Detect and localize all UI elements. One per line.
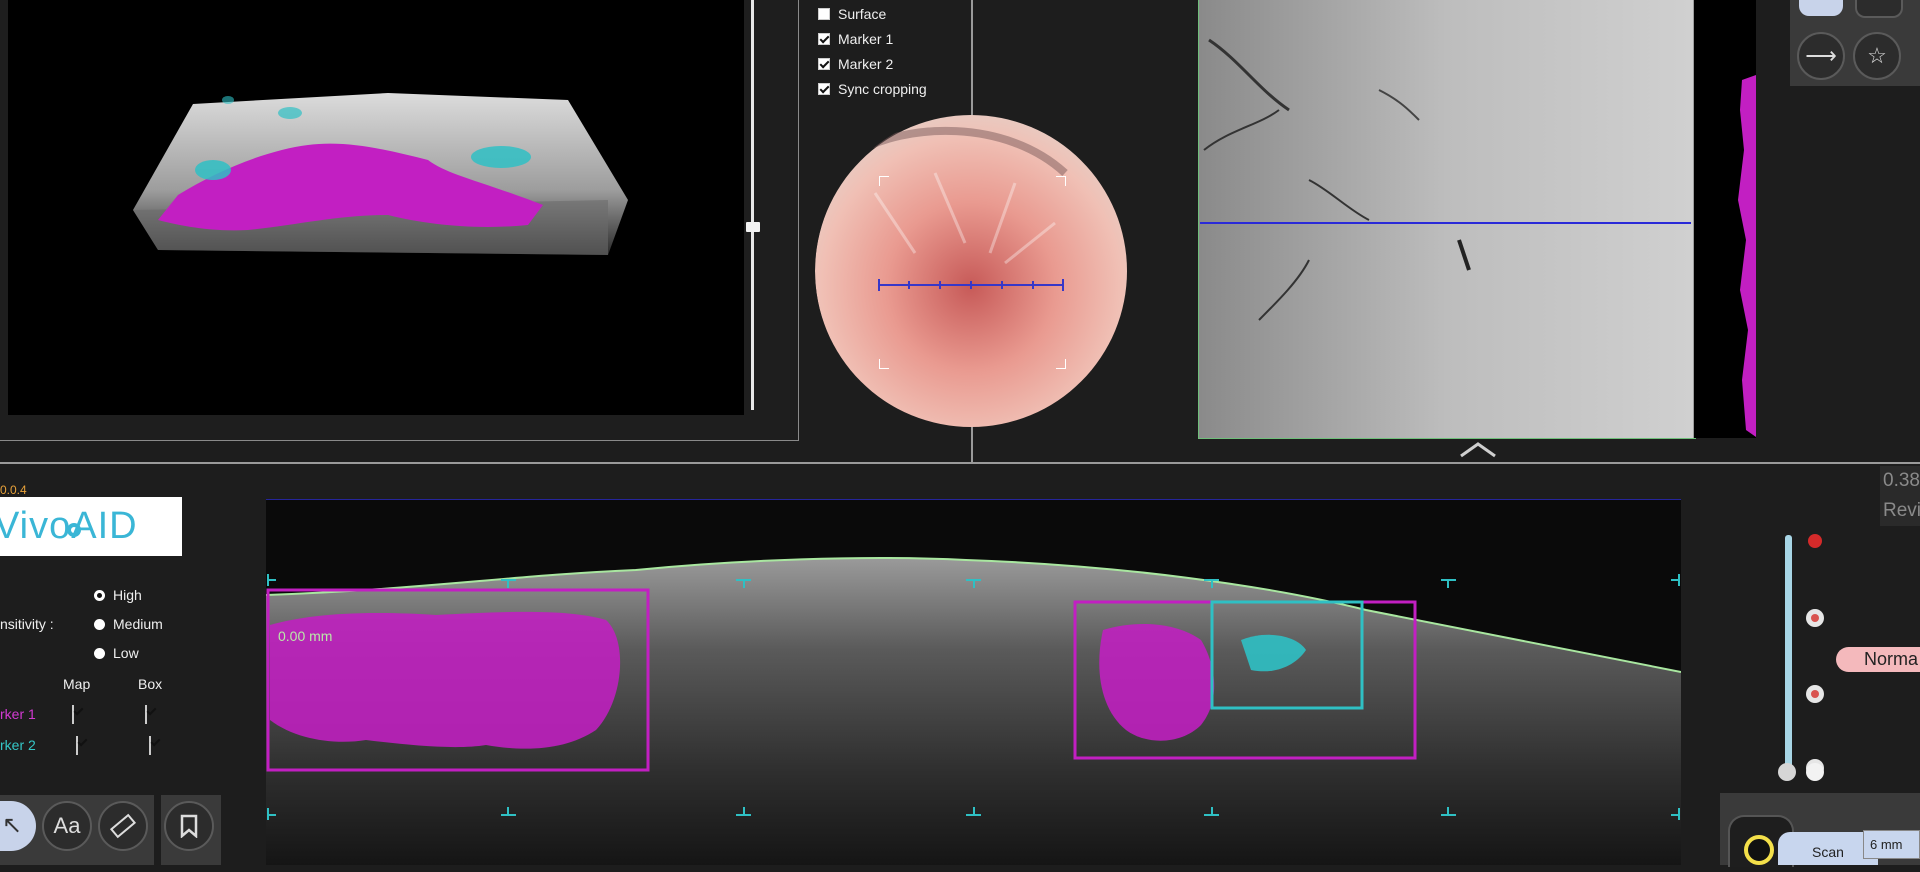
- en-face-scan-line[interactable]: [1200, 222, 1691, 224]
- classification-level-3[interactable]: [1806, 685, 1824, 703]
- sensitivity-high[interactable]: High: [94, 587, 163, 603]
- classification-slider-track[interactable]: [1785, 535, 1792, 772]
- side-profile-render: [1738, 75, 1756, 437]
- depth-slider-handle[interactable]: [746, 222, 760, 232]
- volume-3d-panel: [0, 0, 799, 441]
- radio-medium[interactable]: [94, 618, 105, 630]
- option-marker-2[interactable]: Marker 2: [818, 56, 927, 72]
- vivoaid-logo: VivoAID: [0, 497, 182, 556]
- ruler-tool-button[interactable]: [98, 801, 148, 851]
- pointer-tool-button[interactable]: [1799, 0, 1843, 16]
- depth-scale-label: 0.00 mm: [278, 628, 333, 644]
- sensitivity-label: nsitivity :: [0, 616, 54, 632]
- top-right-toolbar: ⟶ ☆: [1790, 0, 1920, 86]
- record-icon: [1744, 835, 1774, 865]
- classification-level-2[interactable]: [1806, 609, 1824, 627]
- sensitivity-medium[interactable]: Medium: [94, 616, 163, 632]
- surface-checkbox[interactable]: [818, 8, 830, 20]
- bookmark-icon: [180, 814, 198, 838]
- tool-button-partial[interactable]: [1855, 0, 1903, 18]
- option-sync-cropping[interactable]: Sync cropping: [818, 81, 927, 97]
- bscan-view[interactable]: 0.00 mm: [266, 500, 1681, 865]
- logo-text: VivoAID: [0, 505, 138, 547]
- column-header-map: Map: [63, 676, 91, 692]
- option-label: Sync cropping: [838, 81, 927, 97]
- classification-level-5[interactable]: [1806, 763, 1824, 781]
- option-surface[interactable]: Surface: [818, 6, 927, 22]
- collapse-chevron-icon[interactable]: [1459, 441, 1497, 459]
- sync-cropping-checkbox[interactable]: [818, 83, 830, 95]
- marker-1-label: rker 1: [0, 706, 36, 722]
- option-label: Marker 2: [838, 56, 894, 72]
- en-face-image: [1199, 0, 1693, 438]
- classification-level-1[interactable]: [1808, 534, 1822, 548]
- review-label: Revi: [1883, 500, 1920, 521]
- endoscope-image: [815, 115, 1127, 427]
- value-readout: 0.38: [1883, 470, 1920, 491]
- star-icon: ☆: [1867, 43, 1887, 68]
- marker-2-box-checkbox[interactable]: [149, 736, 151, 755]
- depth-slider-track[interactable]: [751, 0, 754, 410]
- marker-1-checkbox[interactable]: [818, 33, 830, 45]
- sensitivity-low[interactable]: Low: [94, 645, 163, 661]
- pointer-cursor-icon: ↖: [2, 812, 23, 839]
- volume-3d-render: [133, 93, 628, 255]
- en-face-panel[interactable]: [1198, 0, 1696, 439]
- radio-low[interactable]: [94, 647, 105, 659]
- bscan-image: [266, 557, 1681, 865]
- radio-label: Low: [113, 645, 139, 661]
- version-label: 0.0.4: [0, 483, 27, 497]
- marker-1-map-checkbox[interactable]: [72, 705, 74, 724]
- marker-2-map-checkbox[interactable]: [76, 736, 78, 755]
- review-panel: 0.38 Revi: [1880, 466, 1920, 526]
- option-label: Marker 1: [838, 31, 894, 47]
- classification-slider-handle[interactable]: [1778, 763, 1796, 781]
- arrow-right-icon: ⟶: [1805, 43, 1837, 68]
- arrow-tool-button[interactable]: ⟶: [1797, 32, 1845, 80]
- crop-corner-br: [1056, 359, 1066, 369]
- en-face-side-profile: [1694, 0, 1756, 438]
- crop-corner-tr: [1056, 176, 1066, 186]
- crop-corner-tl: [879, 176, 889, 186]
- text-tool-button[interactable]: Aa: [42, 801, 92, 851]
- bookmark-button[interactable]: [164, 801, 214, 851]
- option-label: Surface: [838, 6, 887, 22]
- endoscope-view[interactable]: [815, 113, 1128, 429]
- radio-high[interactable]: [94, 589, 105, 601]
- display-options: Surface Marker 1 Marker 2 Sync cropping: [818, 6, 927, 97]
- panel-divider-horizontal: [0, 462, 1920, 464]
- star-tool-button[interactable]: ☆: [1853, 32, 1901, 80]
- ruler-icon: [109, 813, 137, 839]
- classification-badge: Norma: [1836, 647, 1920, 672]
- marker-2-checkbox[interactable]: [818, 58, 830, 70]
- sensitivity-radio-group: High Medium Low: [94, 587, 163, 661]
- text-tool-label: Aa: [53, 813, 81, 838]
- radio-label: High: [113, 587, 142, 603]
- radio-label: Medium: [113, 616, 163, 632]
- marker-2-label: rker 2: [0, 737, 36, 753]
- marker-1-box-checkbox[interactable]: [145, 705, 147, 724]
- crop-corner-bl: [879, 359, 889, 369]
- option-marker-1[interactable]: Marker 1: [818, 31, 927, 47]
- scan-line-marker[interactable]: [877, 277, 1065, 293]
- scan-length-field[interactable]: 6 mm: [1863, 830, 1920, 859]
- column-header-box: Box: [138, 676, 163, 692]
- volume-3d-canvas[interactable]: [8, 0, 744, 415]
